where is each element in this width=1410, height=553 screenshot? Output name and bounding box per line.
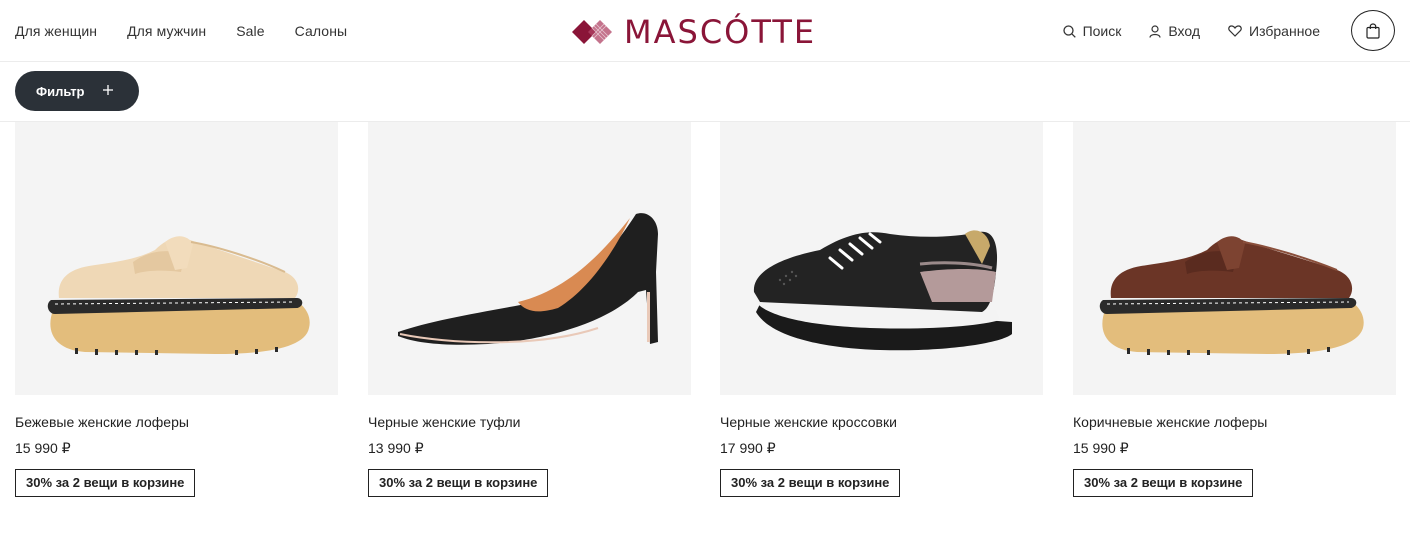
site-header: Для женщин Для мужчин Sale Салоны MASCÓT… (0, 0, 1410, 62)
product-card[interactable]: Черные женские туфли 13 990 ₽ 30% за 2 в… (368, 122, 691, 497)
product-price: 15 990 ₽ (1073, 440, 1129, 456)
search-link[interactable]: Поиск (1062, 23, 1122, 39)
user-icon (1149, 24, 1161, 38)
heart-icon (1228, 25, 1242, 37)
logo-diamond-icon (572, 20, 612, 44)
promo-badge: 30% за 2 вещи в корзине (15, 469, 196, 497)
search-icon (1062, 24, 1076, 38)
product-name[interactable]: Черные женские кроссовки (720, 413, 1043, 431)
product-name[interactable]: Черные женские туфли (368, 413, 691, 431)
filter-label: Фильтр (36, 83, 85, 99)
product-image[interactable] (15, 122, 338, 395)
cart-button[interactable] (1351, 10, 1395, 51)
promo-badge: 30% за 2 вещи в корзине (720, 469, 901, 497)
brown-loafer-image (1099, 236, 1364, 355)
product-card[interactable]: Коричневые женские лоферы 15 990 ₽ 30% з… (1073, 122, 1396, 497)
product-price: 17 990 ₽ (720, 440, 776, 456)
plus-icon (103, 85, 113, 95)
user-nav: Поиск Вход Избранное (1062, 0, 1320, 62)
login-label: Вход (1168, 23, 1201, 39)
product-image[interactable] (1073, 122, 1396, 395)
product-name[interactable]: Бежевые женские лоферы (15, 413, 338, 431)
product-image[interactable] (368, 122, 691, 395)
nav-stores[interactable]: Салоны (295, 23, 348, 39)
product-price: 15 990 ₽ (15, 440, 71, 456)
brand-logo[interactable]: MASCÓTTE (570, 13, 817, 51)
product-card[interactable]: Черные женские кроссовки 17 990 ₽ 30% за… (720, 122, 1043, 497)
login-link[interactable]: Вход (1149, 23, 1200, 39)
search-label: Поиск (1082, 23, 1122, 39)
favorites-link[interactable]: Избранное (1228, 23, 1320, 39)
filter-button[interactable]: Фильтр (15, 71, 139, 111)
promo-badge: 30% за 2 вещи в корзине (1073, 469, 1254, 497)
favorites-label: Избранное (1249, 23, 1320, 39)
product-name[interactable]: Коричневые женские лоферы (1073, 413, 1396, 431)
nav-sale[interactable]: Sale (236, 23, 264, 39)
black-sneaker-image (753, 230, 1012, 351)
promo-badge: 30% за 2 вещи в корзине (368, 469, 549, 497)
filter-bar: Фильтр (0, 62, 1410, 122)
product-price: 13 990 ₽ (368, 440, 424, 456)
beige-loafer-image (47, 236, 310, 355)
nav-women[interactable]: Для женщин (15, 23, 97, 39)
nav-men[interactable]: Для мужчин (127, 23, 206, 39)
product-card[interactable]: Бежевые женские лоферы 15 990 ₽ 30% за 2… (15, 122, 338, 497)
logo-wordmark: MASCÓTTE (624, 13, 817, 51)
product-image[interactable] (720, 122, 1043, 395)
main-nav: Для женщин Для мужчин Sale Салоны (15, 0, 347, 62)
product-grid: Бежевые женские лоферы 15 990 ₽ 30% за 2… (0, 122, 1410, 553)
shopping-bag-icon (1366, 22, 1380, 39)
black-pump-image (398, 213, 658, 345)
